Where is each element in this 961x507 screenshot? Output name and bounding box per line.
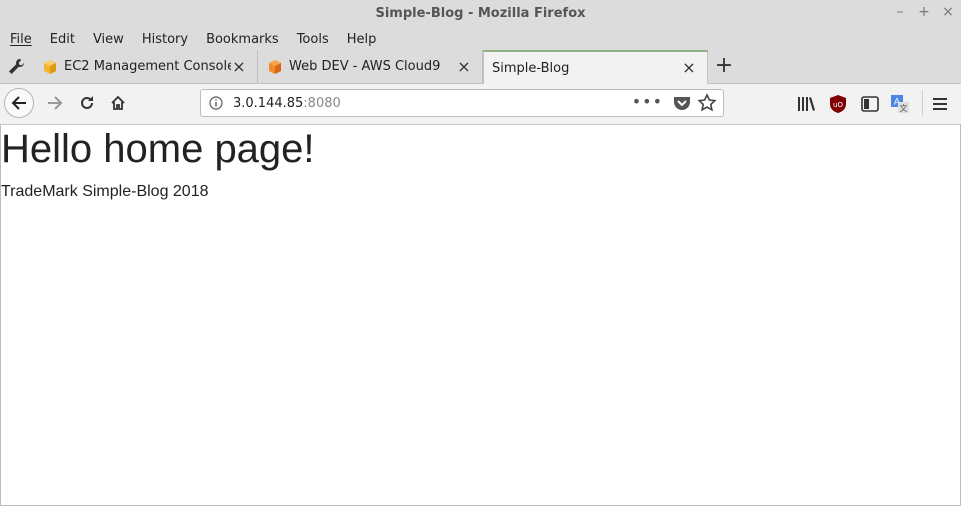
menu-history[interactable]: History: [142, 32, 188, 47]
menu-edit[interactable]: Edit: [50, 32, 75, 47]
info-icon[interactable]: [209, 96, 223, 110]
back-arrow-icon: [11, 96, 26, 110]
home-icon: [111, 95, 125, 110]
reload-icon: [81, 96, 93, 109]
wrench-icon[interactable]: [6, 57, 26, 77]
ublock-origin-icon[interactable]: uO: [828, 94, 848, 114]
address-bar[interactable]: 3.0.144.85:8080 •••: [200, 89, 724, 117]
sidebar-icon[interactable]: [860, 94, 880, 114]
forward-button[interactable]: [40, 88, 70, 118]
reload-button[interactable]: [72, 88, 102, 118]
minimize-button[interactable]: –: [893, 4, 907, 20]
close-tab-icon[interactable]: ×: [681, 60, 697, 76]
tab-cloud9[interactable]: Web DEV - AWS Cloud9 ×: [259, 50, 483, 83]
url-text[interactable]: 3.0.144.85:8080: [233, 96, 341, 111]
close-window-button[interactable]: ×: [941, 4, 955, 20]
svg-text:uO: uO: [833, 101, 843, 109]
aws-cube-icon: [44, 59, 56, 74]
cloud9-icon: [269, 59, 281, 74]
title-bar: Simple-Blog - Mozilla Firefox – + ×: [0, 0, 961, 28]
menu-help[interactable]: Help: [347, 32, 377, 47]
tab-label: Web DEV - AWS Cloud9: [289, 59, 441, 74]
library-icon[interactable]: [796, 94, 816, 114]
page-footer-text: TradeMark Simple-Blog 2018: [1, 183, 209, 200]
menu-bar: File Edit View History Bookmarks Tools H…: [0, 28, 961, 50]
window-controls: – + ×: [893, 4, 955, 20]
svg-text:文: 文: [900, 103, 908, 113]
close-tab-icon[interactable]: ×: [231, 58, 247, 75]
tab-simple-blog[interactable]: Simple-Blog ×: [483, 50, 708, 84]
navigation-toolbar: 3.0.144.85:8080 ••• uO A文: [0, 84, 961, 125]
tab-bar: EC2 Management Console × Web DEV - AWS C…: [0, 50, 961, 84]
tab-label: Simple-Blog: [492, 60, 570, 76]
menu-bookmarks[interactable]: Bookmarks: [206, 32, 279, 47]
menu-view[interactable]: View: [93, 32, 124, 47]
hamburger-menu-icon[interactable]: [930, 94, 950, 114]
page-content: Hello home page! TradeMark Simple-Blog 2…: [0, 125, 961, 507]
bookmark-star-icon[interactable]: [697, 93, 717, 113]
pocket-icon[interactable]: [673, 95, 691, 111]
tab-label: EC2 Management Console: [64, 59, 231, 74]
tab-ec2[interactable]: EC2 Management Console ×: [34, 50, 258, 83]
home-button[interactable]: [103, 88, 133, 118]
translate-icon[interactable]: A文: [890, 94, 910, 114]
forward-arrow-icon: [48, 96, 63, 110]
new-tab-button[interactable]: +: [713, 55, 735, 77]
window-title: Simple-Blog - Mozilla Firefox: [375, 6, 586, 21]
back-button[interactable]: [4, 88, 34, 118]
page-heading: Hello home page!: [1, 127, 315, 171]
maximize-button[interactable]: +: [917, 4, 931, 20]
page-actions-icon[interactable]: •••: [632, 92, 663, 111]
menu-tools[interactable]: Tools: [297, 32, 329, 47]
close-tab-icon[interactable]: ×: [456, 58, 472, 75]
menu-file[interactable]: File: [10, 32, 32, 47]
toolbar-separator: [922, 90, 923, 116]
